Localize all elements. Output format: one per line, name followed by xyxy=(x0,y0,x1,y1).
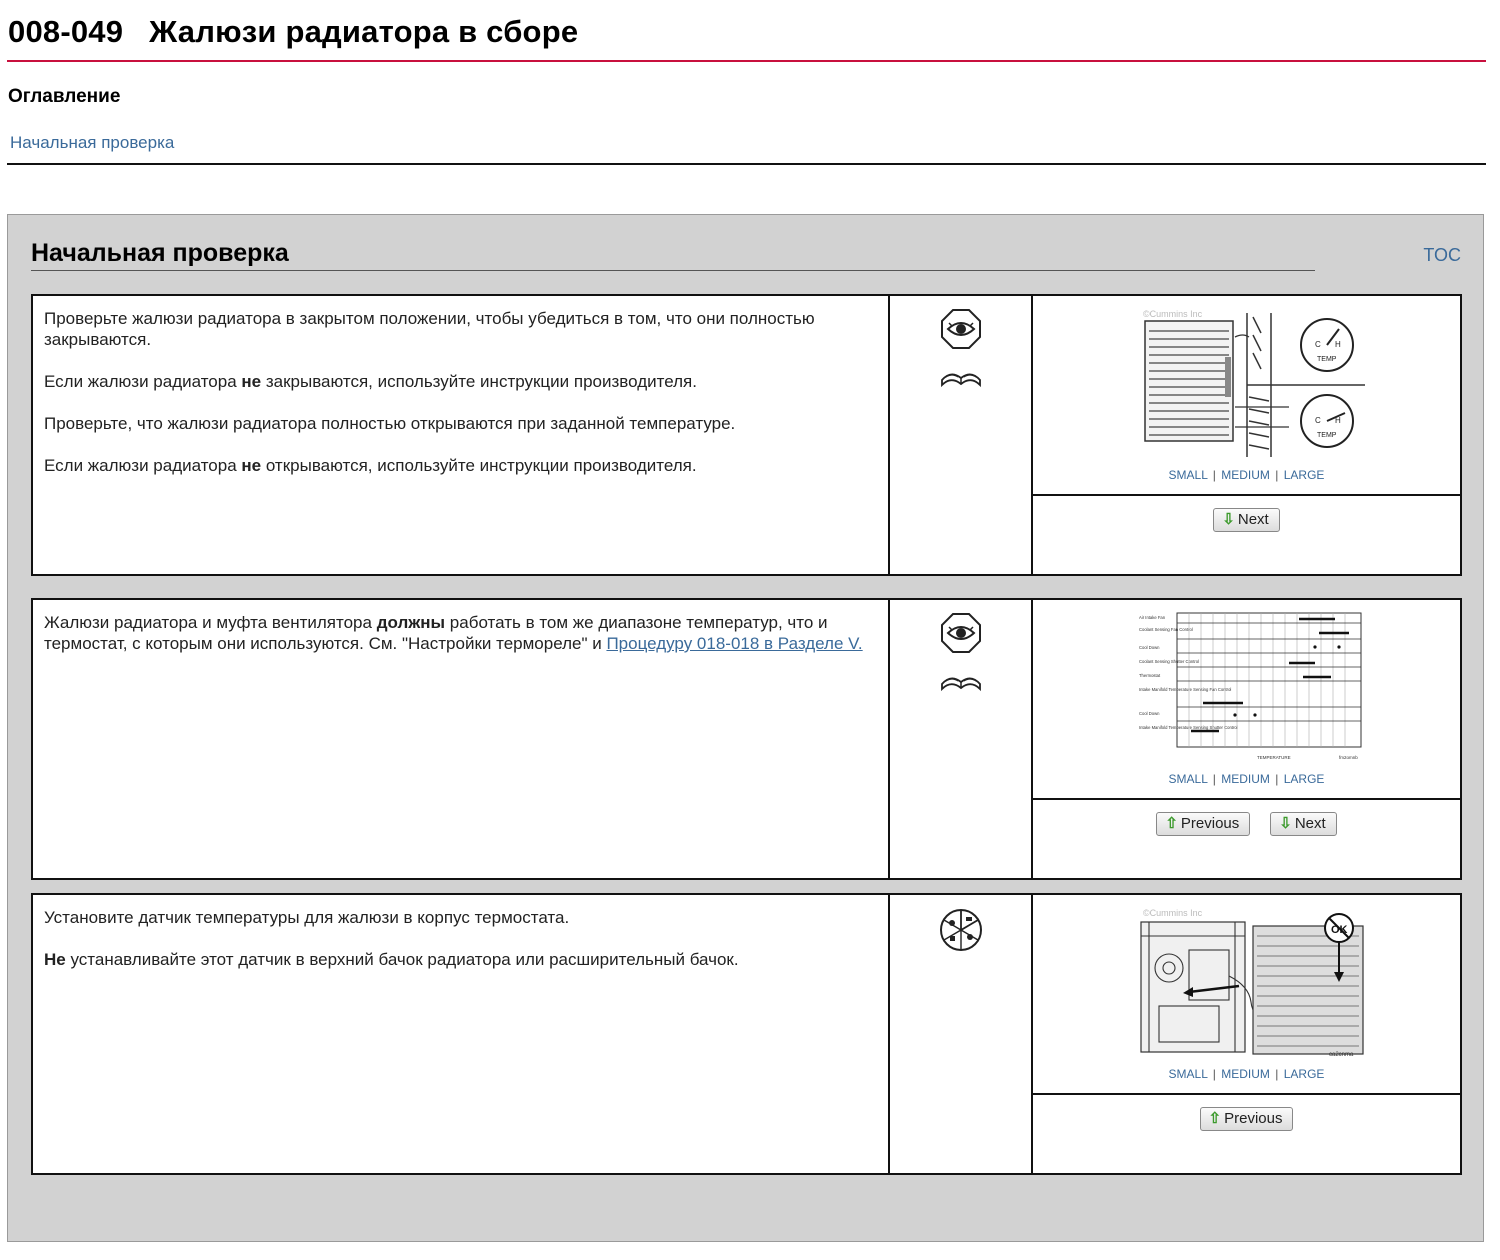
section-title: Начальная проверка xyxy=(31,239,289,267)
step-figure: ©Cummins Inc xyxy=(1033,296,1460,574)
procedure-step-1: Проверьте жалюзи радиатора в закрытом по… xyxy=(31,294,1462,576)
step-icons xyxy=(890,296,1033,574)
svg-text:TEMP: TEMP xyxy=(1317,432,1337,439)
manual-icon xyxy=(941,677,981,692)
svg-text:Cool Down: Cool Down xyxy=(1139,711,1160,716)
size-small-link[interactable]: SMALL xyxy=(1169,772,1208,786)
svg-text:Intake Manifold Temperature Se: Intake Manifold Temperature Sensing Fan … xyxy=(1139,687,1231,692)
image-size-links: SMALL | MEDIUM | LARGE xyxy=(1168,772,1325,786)
down-arrow-icon: ⇩ xyxy=(1279,815,1292,832)
toc-heading: Оглавление xyxy=(8,86,121,107)
svg-text:C: C xyxy=(1315,416,1321,425)
svg-text:Thermostat: Thermostat xyxy=(1139,673,1161,678)
previous-button[interactable]: ⇧ Previous xyxy=(1199,1107,1294,1131)
step-figure: ©Cummins Inc xyxy=(1033,895,1460,1173)
page-title-text: Жалюзи радиатора в сборе xyxy=(149,14,579,49)
up-arrow-icon: ⇧ xyxy=(1165,815,1178,832)
manual-icon xyxy=(941,373,981,388)
step-icons xyxy=(890,895,1033,1173)
step-text: Установите датчик температуры для жалюзи… xyxy=(33,895,890,1173)
step-paragraph: Жалюзи радиатора и муфта вентилятора дол… xyxy=(44,613,863,653)
step-icons xyxy=(890,600,1033,878)
size-small-link[interactable]: SMALL xyxy=(1169,1067,1208,1081)
size-small-link[interactable]: SMALL xyxy=(1169,468,1208,482)
page-title: 008-049 Жалюзи радиатора в сборе xyxy=(8,14,578,50)
step-paragraph: Если жалюзи радиатора не закрываются, ис… xyxy=(44,372,697,391)
step-paragraph: Если жалюзи радиатора не открываются, ис… xyxy=(44,456,697,475)
svg-text:ca2cnma: ca2cnma xyxy=(1329,1052,1354,1058)
size-large-link[interactable]: LARGE xyxy=(1284,468,1325,482)
image-size-links: SMALL | MEDIUM | LARGE xyxy=(1168,1067,1325,1081)
step-figure: Air Intake Fan Coolant Sensing Fan Contr… xyxy=(1033,600,1460,878)
step-paragraph: Установите датчик температуры для жалюзи… xyxy=(44,908,570,927)
step-navigation: ⇧ Previous ⇩ Next xyxy=(1033,812,1460,836)
svg-text:©Cummins Inc: ©Cummins Inc xyxy=(1143,908,1203,918)
size-medium-link[interactable]: MEDIUM xyxy=(1221,772,1270,786)
svg-text:TEMPERATURE: TEMPERATURE xyxy=(1257,755,1291,760)
step-paragraph: Проверьте, что жалюзи радиатора полность… xyxy=(44,414,736,433)
svg-text:Coolant Sensing Shutter Contro: Coolant Sensing Shutter Control xyxy=(1139,659,1199,664)
radiator-shutter-illustration: ©Cummins Inc C H TEMP C H TEMP xyxy=(1143,309,1365,457)
svg-text:©Cummins Inc: ©Cummins Inc xyxy=(1143,309,1203,319)
size-large-link[interactable]: LARGE xyxy=(1284,772,1325,786)
step-text: Проверьте жалюзи радиатора в закрытом по… xyxy=(33,296,890,574)
procedure-018-018-link[interactable]: Процедуру 018-018 в Разделе V. xyxy=(606,634,862,653)
svg-text:fm2omnb: fm2omnb xyxy=(1339,755,1358,760)
sensor-installation-illustration: ©Cummins Inc OK ca2cnma xyxy=(1140,908,1364,1058)
eye-icon xyxy=(941,613,981,653)
procedure-section: Начальная проверка TOC Проверьте жалюзи … xyxy=(7,214,1484,1242)
svg-text:Cool Down: Cool Down xyxy=(1139,645,1160,650)
title-divider xyxy=(7,60,1486,62)
procedure-step-3: Установите датчик температуры для жалюзи… xyxy=(31,893,1462,1175)
step-navigation: ⇧ Previous xyxy=(1033,1107,1460,1131)
step-text: Жалюзи радиатора и муфта вентилятора дол… xyxy=(33,600,890,878)
temperature-settings-chart-illustration: Air Intake Fan Coolant Sensing Fan Contr… xyxy=(1139,612,1362,760)
size-medium-link[interactable]: MEDIUM xyxy=(1221,468,1270,482)
svg-text:TEMP: TEMP xyxy=(1317,356,1337,363)
eye-icon xyxy=(941,309,981,349)
svg-text:H: H xyxy=(1335,416,1341,425)
page-code: 008-049 xyxy=(8,14,124,49)
down-arrow-icon: ⇩ xyxy=(1222,511,1235,528)
svg-text:Air Intake Fan: Air Intake Fan xyxy=(1139,615,1166,620)
svg-text:C: C xyxy=(1315,340,1321,349)
step-paragraph: Проверьте жалюзи радиатора в закрытом по… xyxy=(44,309,815,349)
toc-link-initial-check[interactable]: Начальная проверка xyxy=(10,133,174,153)
procedure-step-2: Жалюзи радиатора и муфта вентилятора дол… xyxy=(31,598,1462,880)
svg-text:Intake Manifold Temperature Se: Intake Manifold Temperature Sensing Shut… xyxy=(1139,725,1238,730)
next-button[interactable]: ⇩ Next xyxy=(1270,812,1337,836)
size-large-link[interactable]: LARGE xyxy=(1284,1067,1325,1081)
image-size-links: SMALL | MEDIUM | LARGE xyxy=(1168,468,1325,482)
toc-back-link[interactable]: TOC xyxy=(1423,245,1461,266)
toc-divider xyxy=(7,163,1486,165)
step-navigation: ⇩ Next xyxy=(1033,508,1460,532)
next-button[interactable]: ⇩ Next xyxy=(1213,508,1280,532)
step-paragraph: Не устанавливайте этот датчик в верхний … xyxy=(44,950,739,969)
previous-button[interactable]: ⇧ Previous xyxy=(1156,812,1251,836)
size-medium-link[interactable]: MEDIUM xyxy=(1221,1067,1270,1081)
svg-text:H: H xyxy=(1335,340,1341,349)
section-divider xyxy=(31,270,1315,271)
svg-text:Coolant Sensing Fan Control: Coolant Sensing Fan Control xyxy=(1139,627,1193,632)
up-arrow-icon: ⇧ xyxy=(1208,1110,1222,1127)
tools-icon xyxy=(940,909,982,951)
